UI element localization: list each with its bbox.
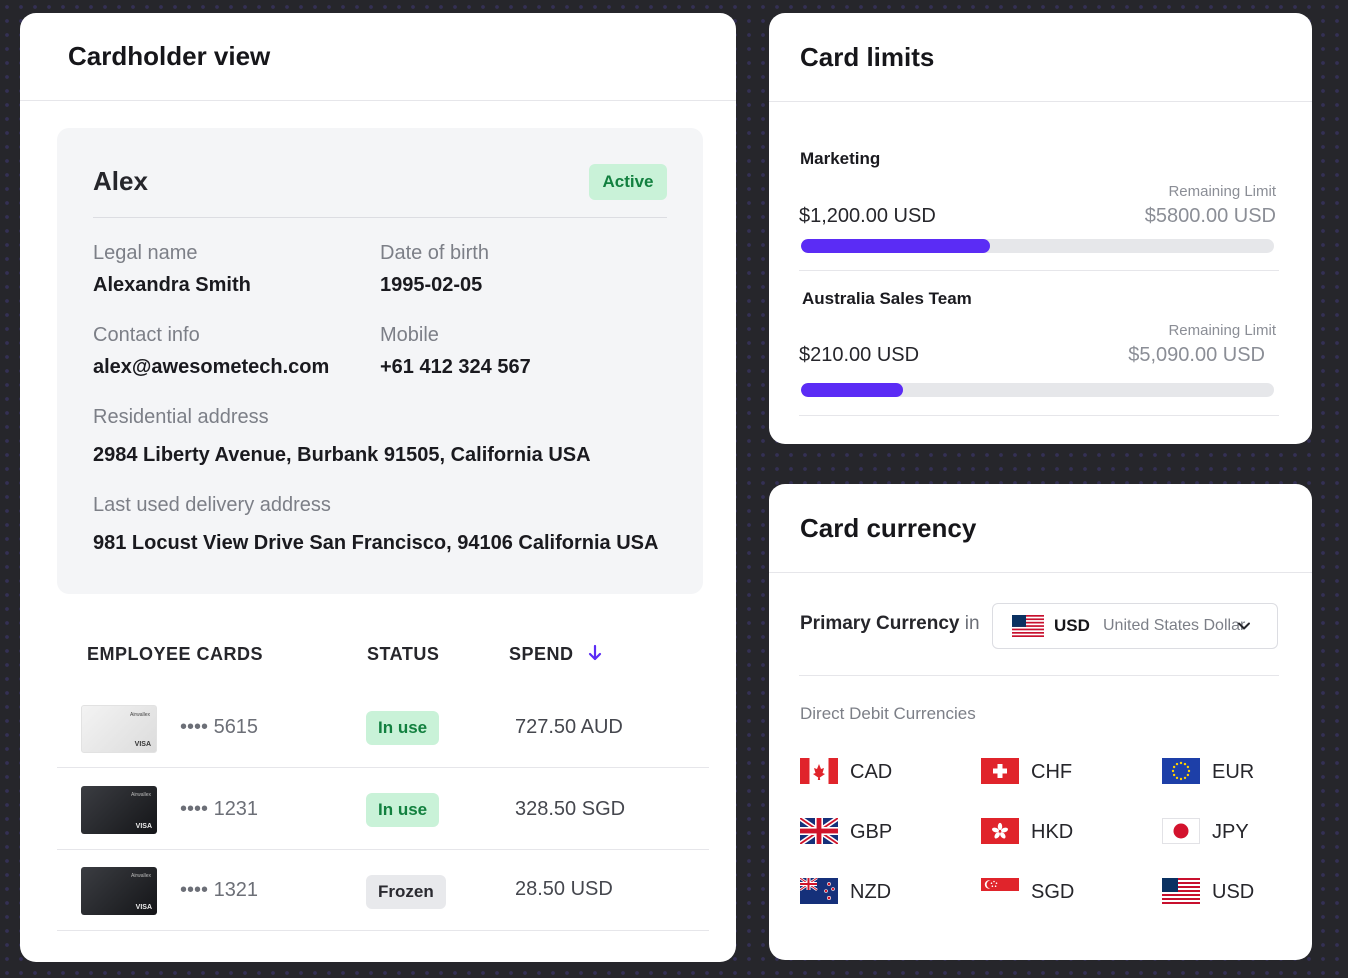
column-header-spend[interactable]: SPEND	[509, 644, 574, 665]
card-thumbnail: Airwallex VISA	[81, 867, 157, 915]
card-brand-logo: Airwallex	[130, 792, 151, 798]
card-limits-title: Card limits	[769, 13, 1312, 102]
card-currency-panel: Card currency Primary Currency in USD Un…	[769, 484, 1312, 960]
currency-code: GBP	[850, 821, 893, 843]
dob-value: 1995-02-05	[380, 274, 483, 296]
spend-value: 28.50 USD	[515, 878, 613, 900]
table-row[interactable]: Airwallex VISA •••• 5615 In use 727.50 A…	[57, 687, 709, 769]
limit-spent-value: $210.00 USD	[799, 344, 920, 366]
profile-card: Alex Active Legal name Alexandra Smith D…	[57, 128, 703, 594]
divider	[799, 270, 1279, 271]
card-thumbnail: Airwallex VISA	[81, 705, 157, 753]
status-badge: Active	[589, 164, 667, 200]
table-row[interactable]: Airwallex VISA •••• 1231 In use 328.50 S…	[57, 769, 709, 851]
card-thumbnail: Airwallex VISA	[81, 786, 157, 834]
currency-item-gbp: GBP	[800, 818, 960, 846]
divider	[799, 675, 1279, 676]
singapore-flag-icon	[981, 878, 1019, 904]
divider	[57, 767, 709, 768]
limit-name: Australia Sales Team	[802, 289, 972, 308]
currency-code: EUR	[1212, 761, 1255, 783]
limit-progress-fill	[801, 239, 991, 253]
arrow-down-icon[interactable]	[587, 644, 603, 662]
currency-item-nzd: NZD	[800, 878, 960, 906]
cardholder-panel: Cardholder view Alex Active Legal name A…	[20, 13, 736, 962]
uk-flag-icon	[800, 818, 838, 844]
limit-remaining-value: $5800.00 USD	[1144, 205, 1276, 227]
currency-select[interactable]: USD United States Dollar	[992, 603, 1278, 649]
card-brand-logo: Airwallex	[130, 873, 151, 879]
currency-item-hkd: HKD	[981, 818, 1141, 846]
limit-progress-bar	[801, 239, 1274, 253]
eu-flag-icon	[1162, 758, 1200, 784]
currency-code: CHF	[1031, 761, 1073, 783]
visa-logo: VISA	[134, 741, 151, 748]
delivery-label: Last used delivery address	[93, 494, 331, 516]
us-flag-icon	[1012, 615, 1044, 637]
status-badge: Frozen	[366, 875, 446, 909]
cardholder-title: Cardholder view	[20, 13, 736, 101]
selected-currency-name: United States Dollar	[1103, 617, 1246, 634]
japan-flag-icon	[1162, 818, 1200, 844]
currency-code: USD	[1212, 881, 1255, 903]
currency-item-jpy: JPY	[1162, 818, 1312, 846]
profile-name: Alex	[93, 166, 148, 196]
visa-logo: VISA	[135, 823, 152, 830]
chevron-down-icon[interactable]	[1237, 619, 1251, 633]
card-number-masked: •••• 5615	[180, 716, 259, 738]
currency-code: HKD	[1031, 821, 1074, 843]
currency-code: CAD	[850, 761, 893, 783]
column-header-employee-cards: EMPLOYEE CARDS	[87, 644, 264, 664]
legal-name-label: Legal name	[93, 242, 198, 264]
dob-label: Date of birth	[380, 242, 489, 264]
limit-remaining-value: $5,090.00 USD	[1128, 344, 1265, 366]
limit-name: Marketing	[800, 149, 881, 168]
new-zealand-flag-icon	[800, 878, 838, 904]
divider	[93, 217, 667, 218]
currency-item-eur: EUR	[1162, 758, 1312, 786]
us-flag-icon	[1162, 878, 1200, 904]
currency-code: JPY	[1212, 821, 1249, 843]
primary-currency-label: Primary Currency in	[800, 613, 980, 634]
table-row[interactable]: Airwallex VISA •••• 1321 Frozen 28.50 US…	[57, 851, 709, 933]
card-number-masked: •••• 1321	[180, 879, 259, 901]
contact-label: Contact info	[93, 324, 200, 346]
visa-logo: VISA	[135, 904, 152, 911]
divider	[799, 415, 1279, 416]
card-currency-title: Card currency	[769, 484, 1312, 573]
column-header-status: STATUS	[367, 644, 440, 664]
spend-value: 328.50 SGD	[515, 798, 626, 820]
currency-item-chf: CHF	[981, 758, 1141, 786]
remaining-limit-label: Remaining Limit	[1168, 183, 1276, 200]
residential-label: Residential address	[93, 406, 269, 428]
switzerland-flag-icon	[981, 758, 1019, 784]
spend-value: 727.50 AUD	[515, 716, 623, 738]
contact-value: alex@awesometech.com	[93, 356, 330, 378]
card-number-masked: •••• 1231	[180, 798, 259, 820]
direct-debit-label: Direct Debit Currencies	[800, 704, 976, 723]
status-badge: In use	[366, 793, 440, 827]
delivery-value: 981 Locust View Drive San Francisco, 941…	[93, 532, 659, 554]
hong-kong-flag-icon	[981, 818, 1019, 844]
mobile-label: Mobile	[380, 324, 439, 346]
limit-spent-value: $1,200.00 USD	[799, 205, 936, 227]
legal-name-value: Alexandra Smith	[93, 274, 251, 296]
currency-item-cad: CAD	[800, 758, 960, 786]
card-limits-panel: Card limits Marketing Remaining Limit $1…	[769, 13, 1312, 444]
residential-value: 2984 Liberty Avenue, Burbank 91505, Cali…	[93, 444, 591, 466]
currency-code: SGD	[1031, 881, 1075, 903]
divider	[57, 930, 709, 931]
remaining-limit-label: Remaining Limit	[1168, 322, 1276, 339]
currency-item-sgd: SGD	[981, 878, 1141, 906]
currency-item-usd: USD	[1162, 878, 1312, 906]
selected-currency-code: USD	[1054, 616, 1090, 635]
limit-progress-fill	[801, 383, 903, 397]
limit-progress-bar	[801, 383, 1274, 397]
status-badge: In use	[366, 711, 440, 745]
divider	[57, 849, 709, 850]
mobile-value: +61 412 324 567	[380, 356, 531, 378]
currency-code: NZD	[850, 881, 892, 903]
card-brand-logo: Airwallex	[129, 712, 150, 718]
canada-flag-icon	[800, 758, 838, 784]
